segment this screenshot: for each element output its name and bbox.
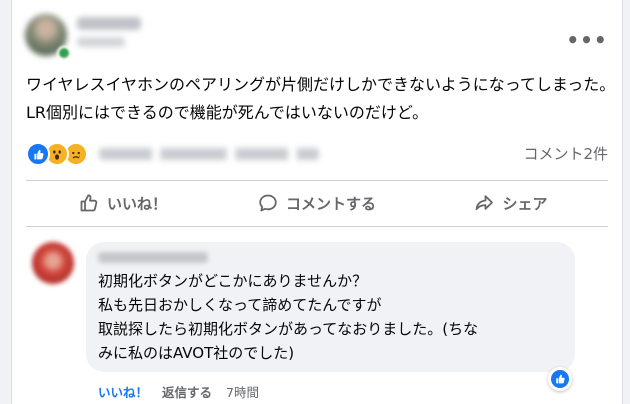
more-dots-icon: ••• — [566, 28, 608, 52]
comment-reply-link[interactable]: 返信する — [162, 382, 212, 401]
comment-text: 初期化ボタンがどこかにありませんか？ 私も先日おかしくなって諦めてたんですが 取… — [98, 269, 568, 365]
share-button[interactable]: シェア — [414, 182, 608, 224]
divider-bottom — [26, 226, 608, 227]
post-meta-blurred[interactable] — [77, 37, 125, 47]
share-arrow-icon — [474, 193, 494, 213]
comment-line: 取説探したら初期化ボタンがあってなおりました。(ちな — [98, 320, 479, 338]
comment-button-label: コメントする — [285, 194, 376, 213]
comment-bubble: 初期化ボタンがどこかにありませんか？ 私も先日おかしくなって諦めてたんですが 取… — [86, 242, 575, 372]
like-button[interactable]: いいね！ — [26, 182, 220, 224]
comment-actions: いいね！ 返信する 7時間 — [98, 381, 259, 401]
author-name-blurred[interactable] — [77, 17, 141, 30]
post-text: ワイヤレスイヤホンのペアリングが片側だけしかできないようになってしまった。LR個… — [26, 75, 616, 122]
like-reaction-icon — [26, 142, 50, 166]
comment-line: 私も先日おかしくなって諦めてたんですが — [98, 296, 382, 314]
like-button-label: いいね！ — [106, 194, 167, 213]
reaction-summary[interactable] — [26, 142, 319, 166]
commenter-avatar[interactable] — [32, 242, 74, 284]
reactor-names-blurred[interactable] — [99, 148, 319, 160]
post-card: ••• ワイヤレスイヤホンのペアリングが片側だけしかできないようになってしまった… — [11, 0, 623, 404]
comment-button[interactable]: コメントする — [220, 182, 414, 224]
comment-reaction-badge[interactable] — [548, 367, 572, 391]
comment-like-link[interactable]: いいね！ — [98, 382, 148, 401]
comment-count[interactable]: コメント2件 — [523, 143, 608, 165]
speech-bubble-icon — [258, 193, 278, 213]
more-options-button[interactable]: ••• — [566, 26, 606, 54]
comment-line: みに私のはAVOT社のでした) — [98, 344, 295, 362]
action-bar: いいね！ コメントする シェア — [26, 182, 608, 224]
share-button-label: シェア — [502, 194, 548, 213]
online-status-dot — [57, 46, 71, 60]
comment-timestamp[interactable]: 7時間 — [226, 382, 259, 401]
comment-line: 初期化ボタンがどこかにありませんか？ — [98, 272, 368, 290]
commenter-name-blurred[interactable] — [98, 252, 208, 263]
divider-top — [26, 180, 608, 181]
thumbs-up-icon — [79, 193, 99, 213]
like-reaction-icon — [551, 370, 569, 388]
